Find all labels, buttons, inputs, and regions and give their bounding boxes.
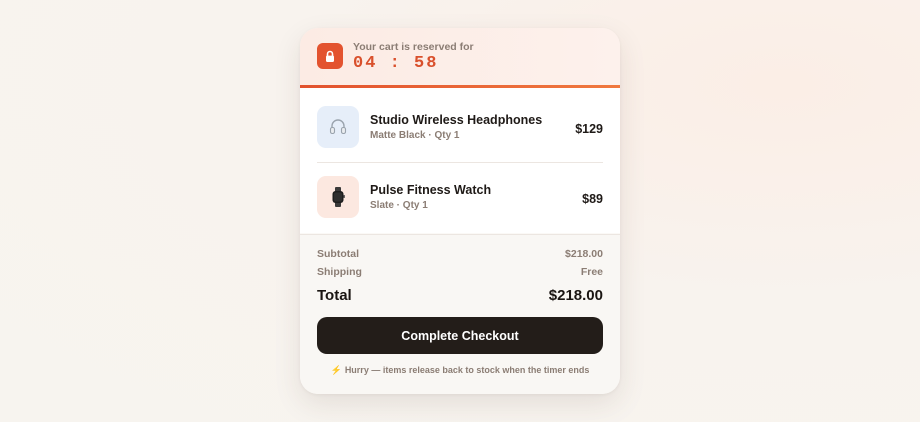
cart-item[interactable]: Studio Wireless Headphones Matte Black ·… [317, 98, 603, 163]
item-meta: Matte Black · Qty 1 [370, 130, 460, 141]
total-label: Total [317, 287, 352, 304]
reservation-label: Your cart is reserved for [353, 41, 474, 53]
item-meta: Slate · Qty 1 [370, 200, 428, 211]
shipping-label: Shipping [317, 266, 362, 278]
cart-item[interactable]: Pulse Fitness Watch Slate · Qty 1 $89 [317, 168, 603, 230]
item-price: $129 [575, 122, 603, 136]
countdown-timer: 04 : 58 [353, 54, 439, 73]
shipping-row: Shipping Free [317, 266, 603, 278]
item-price: $89 [582, 192, 603, 206]
subtotal-value: $218.00 [565, 248, 603, 260]
checkout-card: Your cart is reserved for 04 : 58 Studio… [300, 28, 620, 394]
item-name: Pulse Fitness Watch [370, 183, 492, 197]
hurry-note-text: Hurry — items release back to stock when… [344, 365, 590, 375]
subtotal-label: Subtotal [317, 248, 359, 260]
total-value: $218.00 [548, 287, 603, 304]
subtotal-row: Subtotal $218.00 [317, 248, 603, 260]
hurry-note: ⚡ Hurry — items release back to stock whe… [300, 365, 620, 376]
lock-icon [317, 43, 343, 69]
headphones-icon [317, 106, 359, 148]
item-name: Studio Wireless Headphones [370, 113, 543, 127]
cart-items-list: Studio Wireless Headphones Matte Black ·… [300, 88, 620, 233]
shipping-value: Free [580, 266, 603, 278]
total-row: Total $218.00 [317, 287, 603, 304]
reservation-timer-banner: Your cart is reserved for 04 : 58 [300, 28, 620, 88]
order-summary: Subtotal $218.00 Shipping Free Total $21… [300, 234, 620, 394]
lightning-icon: ⚡ [330, 365, 342, 375]
watch-icon [317, 176, 359, 218]
complete-checkout-button[interactable]: Complete Checkout [317, 317, 603, 354]
